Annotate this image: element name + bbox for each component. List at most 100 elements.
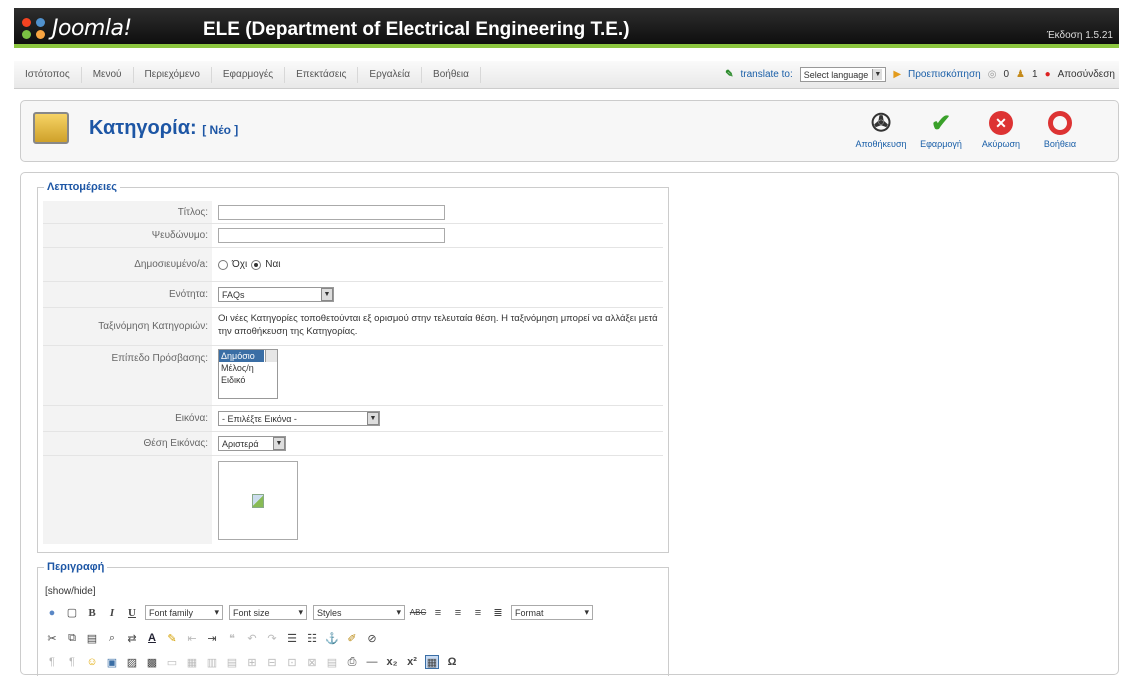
published-yes-radio[interactable] [251, 259, 262, 270]
help-button[interactable]: Βοήθεια [1033, 109, 1087, 149]
special-char-icon[interactable]: Ω [445, 655, 459, 669]
media-icon[interactable]: ▣ [105, 655, 119, 669]
paste-icon[interactable]: ▤ [85, 631, 99, 645]
insert-row-icon[interactable]: ⊞ [245, 655, 259, 669]
joomla-logo: Joomla! [22, 16, 132, 41]
menu-site[interactable]: Ιστότοπος [14, 66, 82, 83]
editor-toolbar-row-2: ✂ ⧉ ▤ ⌕ ⇄ A ✎ ⇤ ⇥ ❝ ↶ ↷ ☰ ☷ ⚓ ✐ ⊘ [45, 631, 379, 645]
redo-icon[interactable]: ↷ [265, 631, 279, 645]
cancel-button[interactable]: ✕ Ακύρωση [971, 109, 1031, 149]
lifebuoy-icon [1045, 109, 1075, 137]
messages-count[interactable]: 0 [1003, 69, 1009, 80]
image-select[interactable]: - Επιλέξτε Εικόνα - ▼ [218, 411, 380, 426]
ordered-list-icon[interactable]: ☷ [305, 631, 319, 645]
image-preview [218, 461, 298, 540]
edit-image-icon[interactable]: ▩ [145, 655, 159, 669]
details-legend: Λεπτομέρειες [47, 181, 118, 193]
horizontal-rule-icon[interactable]: — [365, 655, 379, 669]
access-option-special[interactable]: Ειδικό [219, 374, 277, 386]
superscript-icon[interactable]: x² [405, 655, 419, 669]
show-hide-link[interactable]: [show/hide] [45, 586, 96, 597]
cancel-icon: ✕ [986, 109, 1016, 137]
underline-icon[interactable]: U [125, 606, 139, 620]
delete-row-icon[interactable]: ⊟ [265, 655, 279, 669]
merge-cells-icon[interactable]: ⊡ [285, 655, 299, 669]
joomla-logo-icon [22, 17, 48, 40]
align-justify-icon[interactable]: ≣ [491, 606, 505, 620]
preview-link[interactable]: Προεπισκόπηση [908, 69, 981, 80]
menu-tools[interactable]: Εργαλεία [358, 66, 423, 83]
font-color-icon[interactable]: A [145, 631, 159, 645]
image-position-value: Αριστερά [222, 438, 259, 449]
users-count[interactable]: 1 [1032, 69, 1038, 80]
title-row: Τίτλος: [43, 201, 663, 224]
italic-icon[interactable]: I [105, 606, 119, 620]
anchor-icon[interactable]: ⚓ [325, 631, 339, 645]
access-option-public[interactable]: Δημόσιο [219, 350, 264, 362]
align-center-icon[interactable]: ≡ [451, 606, 465, 620]
menu-help[interactable]: Βοήθεια [422, 66, 481, 83]
apply-button[interactable]: ✔ Εφαρμογή [911, 109, 971, 150]
section-select[interactable]: FAQs ▼ [218, 287, 334, 302]
strikethrough-icon[interactable]: ABC [410, 606, 426, 620]
font-family-select[interactable]: Font family ▾ [145, 605, 223, 620]
replace-icon[interactable]: ⇄ [125, 631, 139, 645]
cleanup-icon[interactable]: ✐ [345, 631, 359, 645]
cut-icon[interactable]: ✂ [45, 631, 59, 645]
link-icon[interactable]: ⊘ [365, 631, 379, 645]
fullscreen-icon[interactable]: ▦ [425, 655, 439, 669]
logout-link[interactable]: Αποσύνδεση [1058, 69, 1115, 80]
chevron-down-icon: ▼ [321, 288, 333, 301]
undo-icon[interactable]: ↶ [245, 631, 259, 645]
emotions-icon[interactable]: ☺ [85, 655, 99, 669]
access-option-registered[interactable]: Μέλος/η [219, 362, 277, 374]
image-position-select[interactable]: Αριστερά ▼ [218, 436, 286, 451]
blockquote-icon[interactable]: ❝ [225, 631, 239, 645]
menu-extensions[interactable]: Επεκτάσεις [285, 66, 359, 83]
find-icon[interactable]: ⌕ [105, 631, 119, 645]
alias-input[interactable] [218, 228, 445, 243]
image-icon[interactable]: ▨ [125, 655, 139, 669]
subscript-icon[interactable]: x₂ [385, 655, 399, 669]
unordered-list-icon[interactable]: ☰ [285, 631, 299, 645]
split-cells-icon[interactable]: ⊠ [305, 655, 319, 669]
ltr-icon[interactable]: ¶ [45, 655, 59, 669]
main-menu-bar: Ιστότοπος Μενού Περιεχόμενο Εφαρμογές Επ… [14, 61, 1119, 89]
messages-icon: ◎ [987, 69, 997, 80]
bold-icon[interactable]: B [85, 606, 99, 620]
insert-layer-icon[interactable]: ▭ [165, 655, 179, 669]
font-size-select[interactable]: Font size ▾ [229, 605, 307, 620]
visual-aid-icon[interactable]: ▤ [325, 655, 339, 669]
new-document-icon[interactable]: ▢ [65, 606, 79, 620]
save-icon: ✇ [870, 109, 892, 137]
save-button[interactable]: ✇ Αποθήκευση [851, 109, 911, 150]
outdent-icon[interactable]: ⇤ [185, 631, 199, 645]
cell-props-icon[interactable]: ▤ [225, 655, 239, 669]
help-circle-icon[interactable]: ● [45, 606, 59, 620]
row-props-icon[interactable]: ▥ [205, 655, 219, 669]
styles-select[interactable]: Styles ▾ [313, 605, 405, 620]
menu-content[interactable]: Περιεχόμενο [134, 66, 212, 83]
indent-icon[interactable]: ⇥ [205, 631, 219, 645]
menu-menus[interactable]: Μενού [82, 66, 134, 83]
alias-label: Ψευδώνυμο: [43, 224, 212, 247]
editor-toolbar-row-3: ¶ ¶ ☺ ▣ ▨ ▩ ▭ ▦ ▥ ▤ ⊞ ⊟ ⊡ ⊠ ▤ ⎙ — x₂ x² … [45, 655, 459, 669]
print-icon[interactable]: ⎙ [345, 655, 359, 669]
menu-components[interactable]: Εφαρμογές [212, 66, 286, 83]
joomla-logo-text: Joomla! [52, 16, 132, 41]
align-right-icon[interactable]: ≡ [471, 606, 485, 620]
table-icon[interactable]: ▦ [185, 655, 199, 669]
image-position-label: Θέση Εικόνας: [43, 432, 212, 455]
access-listbox[interactable]: Δημόσιο Μέλος/η Ειδικό [218, 349, 278, 399]
page-subtitle: [ Νέο ] [202, 123, 239, 137]
language-select[interactable]: Select language ▼ [799, 67, 887, 82]
highlight-color-icon[interactable]: ✎ [165, 631, 179, 645]
title-input[interactable] [218, 205, 445, 220]
format-select[interactable]: Format ▾ [511, 605, 593, 620]
copy-icon[interactable]: ⧉ [65, 631, 79, 645]
listbox-scrollbar[interactable] [265, 350, 277, 362]
language-select-value: Select language [803, 69, 869, 80]
align-left-icon[interactable]: ≡ [431, 606, 445, 620]
published-no-radio[interactable] [218, 259, 228, 270]
rtl-icon[interactable]: ¶ [65, 655, 79, 669]
